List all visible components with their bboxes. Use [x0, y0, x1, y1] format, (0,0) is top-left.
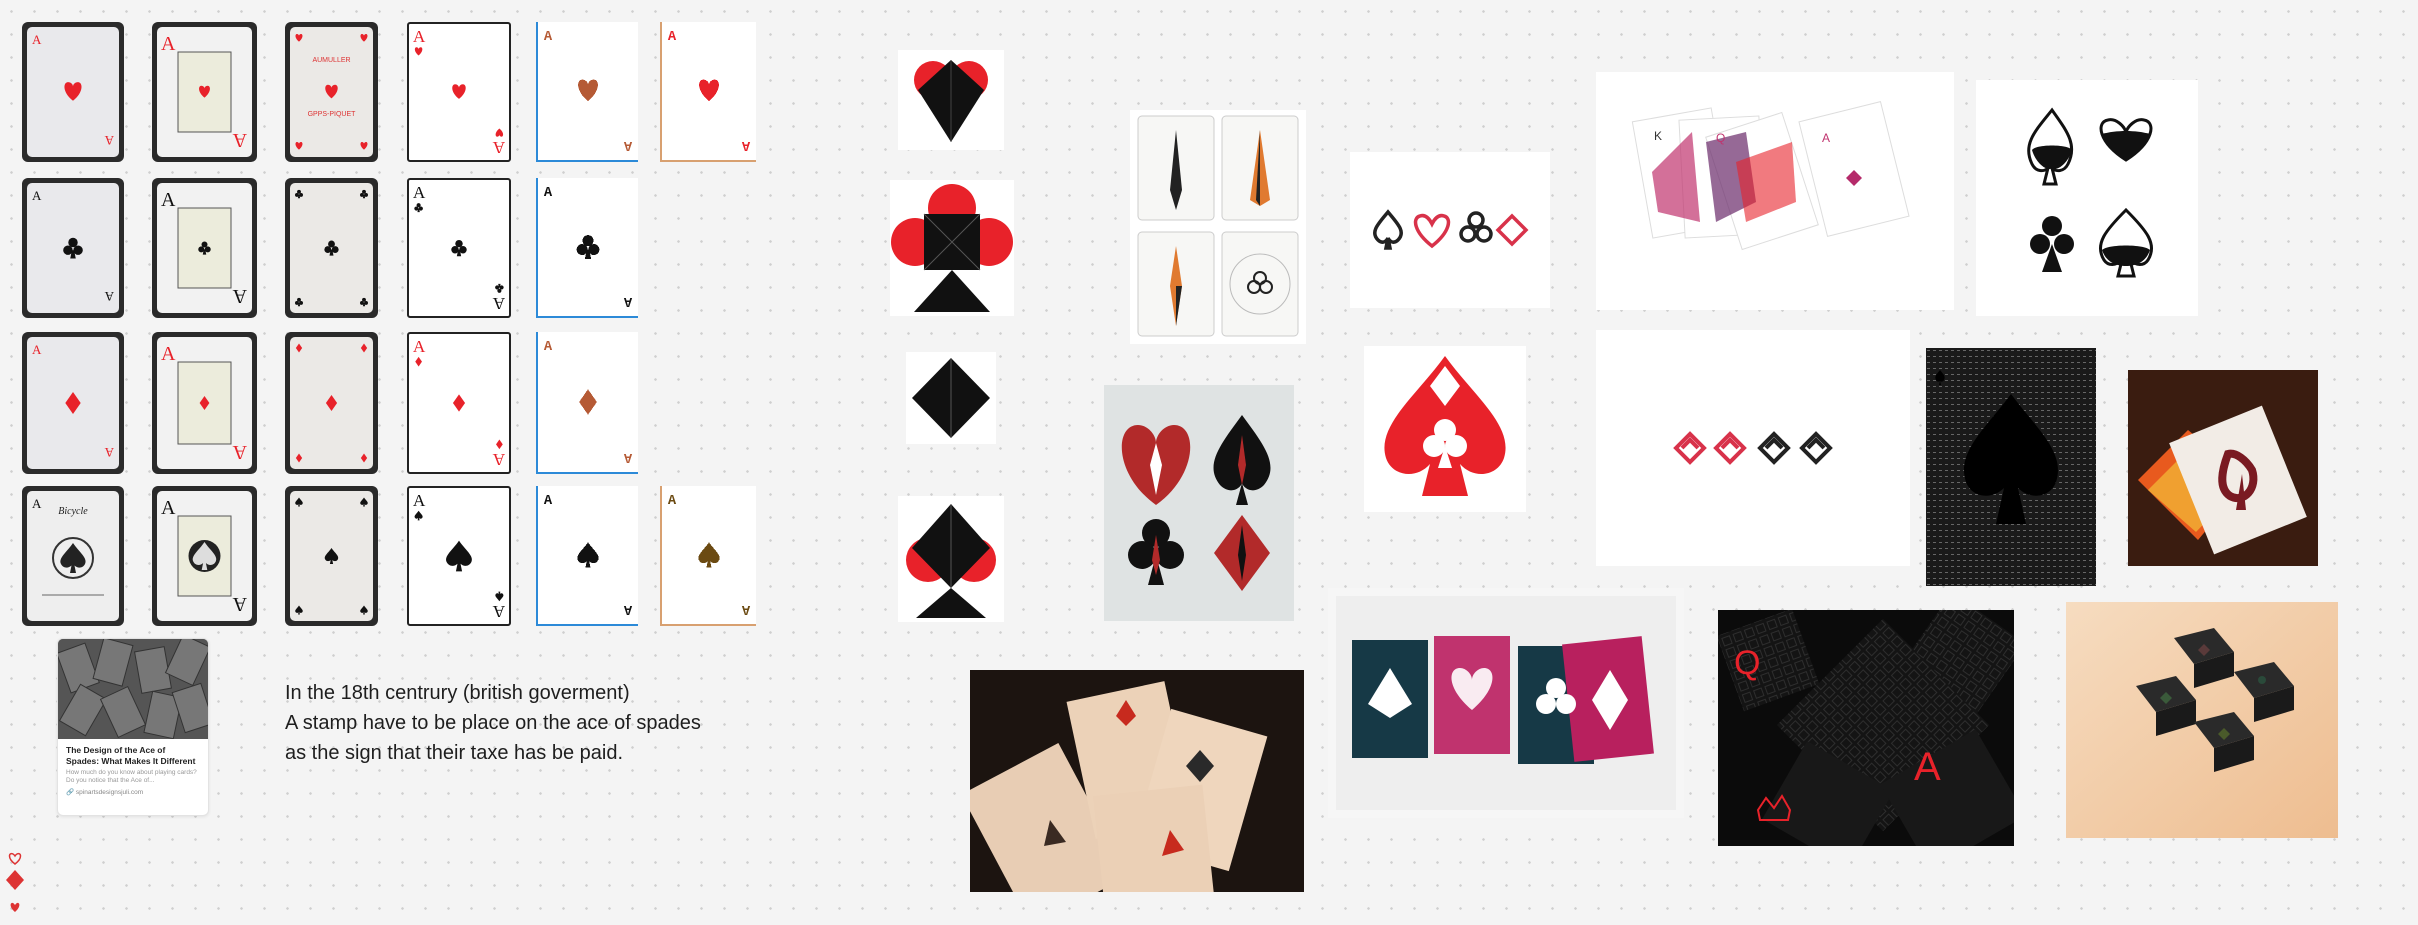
card-rank: A	[544, 30, 553, 45]
card-rank: A	[161, 33, 176, 55]
elegant-aces-image	[1130, 110, 1306, 344]
link-preview-url-text: spinartsdesignsjuli.com	[75, 789, 144, 796]
sidebar-mini-icons[interactable]	[5, 850, 25, 920]
outline-suits-image	[1350, 152, 1550, 308]
ace-of-club-card: A A	[152, 178, 257, 318]
link-preview-title: The Design of the Ace of Spades: What Ma…	[66, 745, 196, 766]
card-rank: A	[232, 129, 247, 151]
deck-letter-a: A	[1914, 745, 1941, 789]
deck-letter-k: K	[1654, 129, 1662, 143]
card-rank: A	[413, 183, 426, 202]
ace-of-spade-card: A A	[407, 486, 511, 626]
card-rank: A	[492, 138, 505, 157]
deck-letter-a: A	[1822, 131, 1830, 145]
ace-of-heart-card: A A	[407, 22, 511, 162]
card-rank: A	[232, 593, 247, 615]
black-deck-photo: Q A	[1718, 610, 2014, 846]
ace-of-diamond-card	[285, 332, 378, 474]
patterned-deck-image: K Q A	[1596, 72, 1954, 310]
card-rank: A	[232, 285, 247, 307]
card-rank: A	[741, 137, 750, 152]
ace-of-club-card	[285, 178, 378, 318]
ace-of-spade-card: A A	[152, 486, 257, 626]
ace-of-club-card: A A	[536, 178, 638, 318]
card-rank: A	[161, 343, 176, 365]
bicycle-brand: Bicycle	[58, 506, 88, 517]
card-rank: A	[161, 497, 176, 519]
card-rank: A	[741, 601, 750, 616]
card-rank: A	[492, 602, 505, 621]
card-rank: A	[32, 496, 42, 511]
note-line-2: A stamp have to be place on the ace of s…	[285, 712, 701, 764]
ace-of-heart-card: AUMULLER GPPS-PIQUET	[285, 22, 378, 162]
link-preview-description: How much do you know about playing cards…	[66, 769, 197, 784]
ace-of-club-card: A A	[407, 178, 511, 318]
card-rank: A	[161, 189, 176, 211]
card-rank: A	[232, 441, 247, 463]
boxed-decks-photo	[2066, 602, 2338, 838]
card-rank: A	[623, 293, 632, 308]
note-line-1: In the 18th centrury (british goverment)	[285, 682, 630, 704]
link-preview-thumbnail	[58, 639, 208, 739]
typographic-spade-image	[1926, 348, 2096, 586]
ace-of-heart-card: A A	[152, 22, 257, 162]
orange-deck-photo	[2128, 370, 2318, 566]
card-rank: A	[492, 294, 505, 313]
card-rank: A	[623, 601, 632, 616]
card-rank: A	[668, 30, 677, 45]
ace-of-spade-card: A Bicycle	[22, 486, 124, 626]
heart-icon	[10, 902, 20, 912]
card-rank: A	[104, 289, 114, 304]
dark-aces-photo	[970, 670, 1304, 892]
diamond-icon	[6, 870, 24, 890]
heart-icon	[8, 852, 22, 865]
card-rank: A	[104, 133, 114, 148]
tuxedo-suits-image	[1104, 385, 1294, 621]
gradient-aces-image	[1328, 588, 1684, 818]
card-print-label-top: AUMULLER	[312, 57, 350, 64]
ace-of-spade-card: A A	[536, 486, 638, 626]
card-rank: A	[544, 340, 553, 355]
card-pile-image	[58, 639, 208, 739]
card-rank: A	[492, 450, 505, 469]
card-rank: A	[413, 491, 426, 510]
link-preview-card[interactable]: The Design of the Ace of Spades: What Ma…	[57, 638, 209, 816]
deck-letter-q: Q	[1734, 644, 1760, 682]
ace-of-spade-card: A A	[660, 486, 756, 626]
geometric-spade-tile	[898, 496, 1004, 622]
ace-of-heart-card: A A	[536, 22, 638, 162]
card-rank: A	[413, 27, 426, 46]
ace-of-spade-card	[285, 486, 378, 626]
card-rank: A	[32, 188, 42, 203]
geometric-heart-tile	[898, 50, 1004, 150]
card-rank: A	[668, 494, 677, 509]
card-rank: A	[544, 186, 553, 201]
deck-letter-q: Q	[1716, 131, 1725, 145]
ace-of-heart-card: A A	[660, 22, 756, 162]
ace-of-club-card: A A	[22, 178, 124, 318]
sticky-note-text[interactable]: In the 18th centrury (british goverment)…	[285, 678, 705, 768]
card-print-label-bottom: GPPS-PIQUET	[308, 111, 357, 118]
ace-of-heart-card: A A	[22, 22, 124, 162]
geometric-club-tile	[890, 180, 1014, 316]
card-rank: A	[104, 445, 114, 460]
red-spade-club-image	[1364, 346, 1526, 512]
card-rank: A	[413, 337, 426, 356]
ace-of-diamond-card: A A	[407, 332, 511, 474]
link-preview-url[interactable]: 🔗 spinartsdesignsjuli.com	[58, 785, 208, 799]
geometric-diamond-tile	[906, 352, 996, 444]
card-rank: A	[32, 32, 42, 47]
link-icon: 🔗	[66, 789, 75, 796]
ace-of-diamond-card: A A	[152, 332, 257, 474]
ace-of-diamond-card: A A	[22, 332, 124, 474]
card-rank: A	[32, 342, 42, 357]
card-rank: A	[623, 449, 632, 464]
ace-of-diamond-card: A A	[536, 332, 638, 474]
card-rank: A	[623, 137, 632, 152]
card-rank: A	[544, 494, 553, 509]
knot-suits-image	[1596, 330, 1910, 566]
ink-suits-image	[1976, 80, 2198, 316]
